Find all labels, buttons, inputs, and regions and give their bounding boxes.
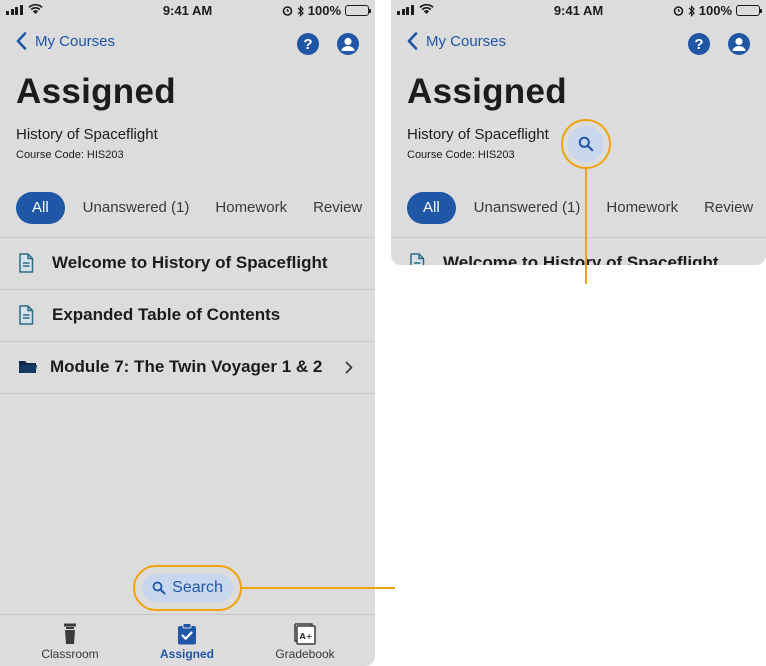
battery-icon	[345, 5, 371, 16]
search-highlight-ring	[133, 565, 242, 611]
document-icon	[410, 253, 425, 265]
folder-icon	[19, 361, 37, 373]
alarm-icon	[282, 6, 293, 16]
list-item[interactable]: Expanded Table of Contents	[0, 289, 375, 341]
list-item[interactable]: Welcome to History of Spaceflight	[0, 237, 375, 289]
search-icon	[578, 136, 594, 152]
list-item-label: Welcome to History of Spaceflight	[52, 253, 328, 272]
list-item-label: Module 7: The Twin Voyager 1 & 2	[50, 357, 323, 376]
tabbar-label: Assigned	[159, 647, 214, 661]
tab-all[interactable]: All	[407, 192, 456, 224]
tab-unanswered[interactable]: Unanswered (1)	[466, 192, 589, 224]
status-bar: 9:41 AM 100%	[0, 0, 375, 20]
svg-text:A+: A+	[300, 632, 313, 641]
callout-connector-vertical	[585, 166, 587, 284]
chevron-left-icon	[16, 32, 27, 50]
back-button[interactable]: My Courses	[16, 32, 115, 50]
back-button[interactable]: My Courses	[407, 32, 506, 50]
gradebook-icon: A+	[294, 623, 316, 645]
tab-homework[interactable]: Homework	[598, 192, 686, 224]
tab-review[interactable]: Review	[305, 192, 370, 224]
clipboard-check-icon	[178, 623, 196, 645]
list-item-label: Expanded Table of Contents	[52, 305, 281, 324]
tabbar-label: Classroom	[41, 647, 99, 661]
back-label: My Courses	[426, 32, 507, 50]
chevron-left-icon	[407, 32, 418, 50]
tab-all[interactable]: All	[16, 192, 65, 224]
course-code: Course Code: HIS203	[407, 149, 515, 161]
filter-tabs: All Unanswered (1) Homework Review	[16, 192, 375, 224]
tabbar-label: Gradebook	[275, 647, 335, 661]
question-icon[interactable]: ?	[297, 33, 319, 55]
document-icon	[19, 305, 34, 325]
question-icon[interactable]: ?	[688, 33, 710, 55]
alarm-icon	[673, 6, 684, 16]
battery-icon	[736, 5, 762, 16]
divider	[0, 393, 375, 394]
tabbar-gradebook[interactable]: A+ Gradebook	[255, 623, 355, 661]
tab-review[interactable]: Review	[696, 192, 761, 224]
tab-bar: Classroom Assigned A+ Gradebook	[0, 614, 375, 666]
tab-homework[interactable]: Homework	[207, 192, 295, 224]
status-bar: 9:41 AM 100%	[391, 0, 766, 20]
search-highlight-circle	[561, 119, 611, 169]
list-item-label: Welcome to History of Spaceflight	[443, 253, 719, 265]
tabbar-assigned[interactable]: Assigned	[137, 623, 237, 661]
tabbar-classroom[interactable]: Classroom	[20, 623, 120, 661]
nav-bar: My Courses ?	[0, 28, 375, 60]
search-button-compact[interactable]	[568, 126, 604, 162]
page-title: Assigned	[407, 72, 567, 111]
podium-icon	[64, 623, 76, 644]
bluetooth-icon	[688, 4, 695, 17]
back-label: My Courses	[35, 32, 116, 50]
user-icon[interactable]	[728, 33, 750, 55]
battery-percent: 100%	[698, 3, 732, 18]
document-icon	[19, 253, 34, 273]
user-icon[interactable]	[337, 33, 359, 55]
bluetooth-icon	[297, 4, 304, 17]
battery-percent: 100%	[307, 3, 341, 18]
list-item[interactable]: Module 7: The Twin Voyager 1 & 2	[0, 341, 375, 393]
list-item[interactable]: Welcome to History of Spaceflight	[391, 237, 766, 265]
chevron-right-icon	[345, 361, 353, 373]
page-title: Assigned	[16, 72, 176, 111]
course-name: History of Spaceflight	[16, 126, 158, 143]
course-name: History of Spaceflight	[407, 126, 549, 143]
callout-connector-horizontal	[242, 587, 395, 589]
nav-bar: My Courses ?	[391, 28, 766, 60]
course-code: Course Code: HIS203	[16, 149, 124, 161]
tab-unanswered[interactable]: Unanswered (1)	[75, 192, 198, 224]
